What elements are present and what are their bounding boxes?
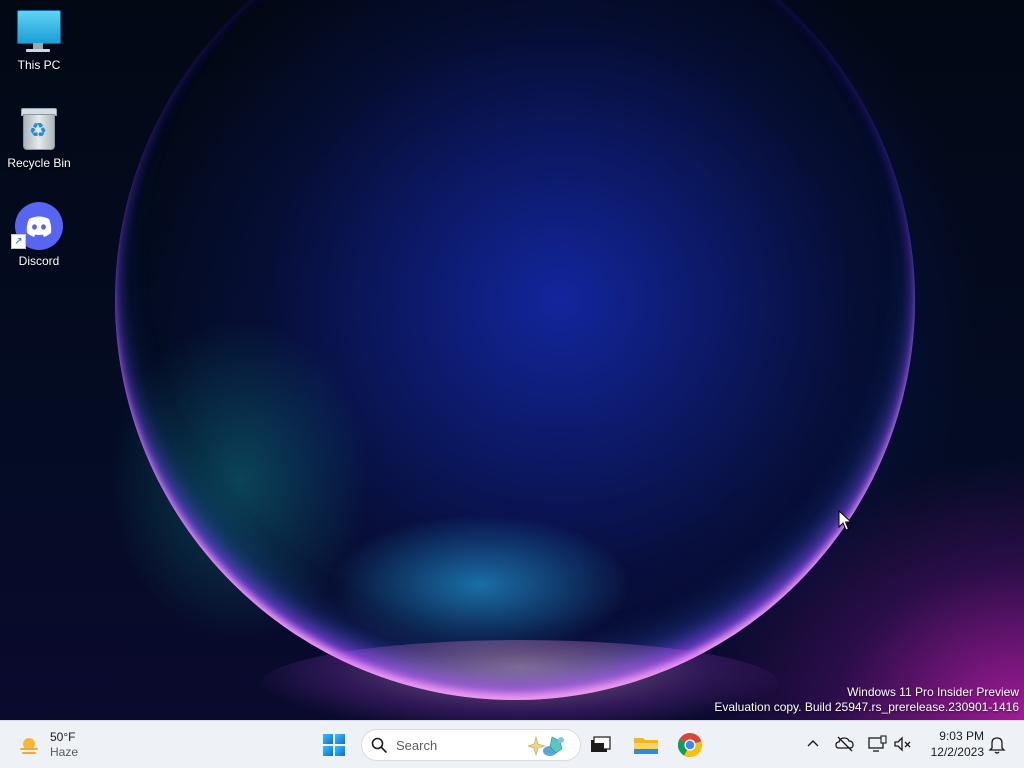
search-placeholder: Search <box>396 738 438 753</box>
desktop-icon-discord[interactable]: ↗ Discord <box>4 202 74 282</box>
chrome-button[interactable] <box>670 725 710 765</box>
task-view-button[interactable] <box>580 725 620 765</box>
discord-icon: ↗ <box>11 202 63 250</box>
desktop-icon-recycle-bin[interactable]: ♻ Recycle Bin <box>4 104 74 184</box>
search-icon <box>371 737 387 753</box>
evaluation-watermark: Windows 11 Pro Insider Preview Evaluatio… <box>714 685 1019 715</box>
file-explorer-button[interactable] <box>626 725 666 765</box>
mouse-cursor-icon <box>838 510 852 531</box>
weather-temperature: 50°F <box>50 730 76 744</box>
desktop-icon-label: Discord <box>18 254 60 268</box>
cloud-offline-icon[interactable] <box>834 733 856 755</box>
network-icon[interactable] <box>866 733 888 755</box>
folder-icon <box>634 738 658 754</box>
speaker-muted-icon[interactable] <box>892 733 914 755</box>
start-button[interactable] <box>314 725 354 765</box>
wallpaper-glow <box>260 640 780 720</box>
shortcut-arrow-icon: ↗ <box>11 234 26 249</box>
clock-time: 9:03 PM <box>939 729 984 743</box>
haze-sun-icon <box>20 738 38 754</box>
desktop-icon-label: Recycle Bin <box>7 156 71 170</box>
chrome-icon <box>677 733 702 757</box>
weather-condition: Haze <box>50 745 79 759</box>
taskbar: 50°F Haze Search 9:03 PM 12/2/2023 <box>0 720 1024 768</box>
wallpaper-orb <box>115 0 915 700</box>
task-view-icon <box>591 736 611 752</box>
this-pc-icon <box>15 6 63 54</box>
bell-icon[interactable] <box>986 733 1008 755</box>
watermark-build: Evaluation copy. Build 25947.rs_prerelea… <box>714 700 1019 714</box>
desktop-icon-this-pc[interactable]: This PC <box>4 6 74 86</box>
windows-start-icon <box>323 734 345 756</box>
search-highlight-icon <box>528 735 564 757</box>
watermark-edition: Windows 11 Pro Insider Preview <box>847 685 1019 699</box>
desktop-wallpaper: This PC ♻ Recycle Bin ↗ Discord Windows … <box>0 0 1024 720</box>
recycle-bin-icon: ♻ <box>15 104 63 152</box>
desktop-icon-label: This PC <box>17 58 61 72</box>
search-box[interactable]: Search <box>361 729 581 761</box>
system-clock[interactable]: 9:03 PM 12/2/2023 <box>918 728 984 760</box>
clock-date: 12/2/2023 <box>930 745 984 759</box>
chevron-up-icon[interactable] <box>802 733 824 755</box>
weather-widget[interactable]: 50°F Haze <box>14 727 104 763</box>
